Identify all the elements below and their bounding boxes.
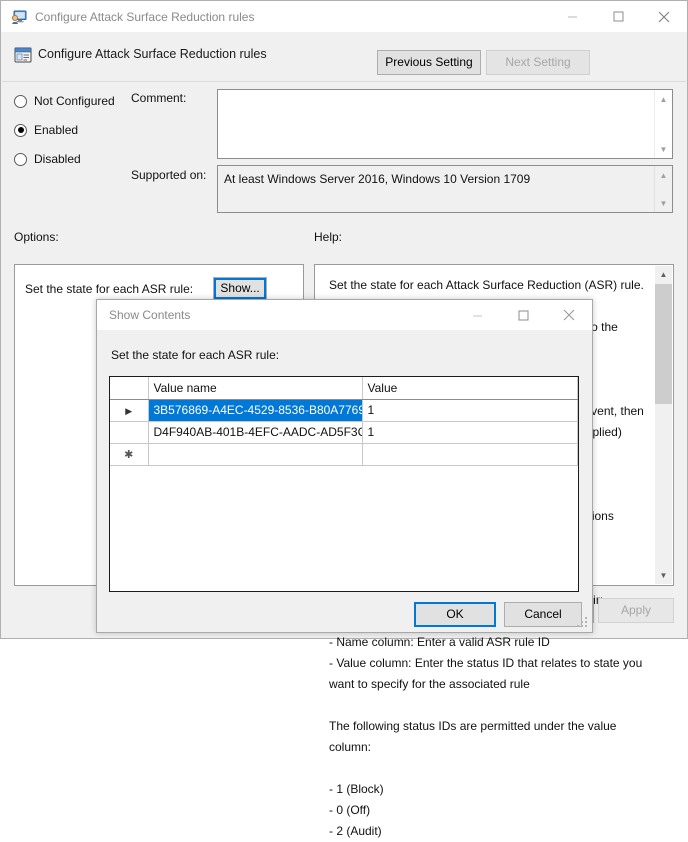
apply-button[interactable]: Apply xyxy=(598,598,674,623)
chevron-up-icon[interactable]: ▲ xyxy=(655,92,672,106)
new-row-value[interactable] xyxy=(362,443,578,466)
comment-scrollbar[interactable]: ▲ ▼ xyxy=(654,90,672,158)
supported-on-scrollbar[interactable]: ▲ ▼ xyxy=(654,166,672,212)
policy-setting-icon xyxy=(14,46,32,64)
grid-col-marker xyxy=(110,377,149,400)
maximize-icon[interactable] xyxy=(595,2,641,32)
value-grid[interactable]: Value name Value ▶ 3B576869-A4EC-4529-85… xyxy=(109,376,579,592)
table-row-new[interactable]: ✱ xyxy=(110,443,578,466)
row-value-name[interactable]: 3B576869-A4EC-4529-8536-B80A7769E... xyxy=(148,399,363,422)
chevron-up-icon[interactable]: ▲ xyxy=(655,168,672,182)
previous-setting-button[interactable]: Previous Setting xyxy=(377,50,481,75)
ok-button[interactable]: OK xyxy=(414,602,496,627)
grid-col-value-name[interactable]: Value name xyxy=(148,377,363,400)
dialog-body: Set the state for each ASR rule: Value n… xyxy=(97,330,592,632)
main-titlebar: Configure Attack Surface Reduction rules xyxy=(1,1,687,32)
radio-disabled[interactable]: Disabled xyxy=(14,152,81,166)
new-row-marker-cell[interactable]: ✱ xyxy=(110,443,149,466)
dialog-minimize-icon[interactable] xyxy=(454,300,500,330)
close-icon[interactable] xyxy=(641,2,687,32)
radio-not-configured-label: Not Configured xyxy=(34,94,115,108)
new-row-asterisk-icon: ✱ xyxy=(124,449,134,461)
dialog-prompt: Set the state for each ASR rule: xyxy=(111,348,280,362)
radio-disabled-indicator xyxy=(14,152,27,166)
supported-on-field: At least Windows Server 2016, Windows 10… xyxy=(217,165,673,213)
asr-state-option-row: Set the state for each ASR rule: Show... xyxy=(25,277,268,300)
chevron-down-icon[interactable]: ▼ xyxy=(655,567,672,584)
cancel-button[interactable]: Cancel xyxy=(504,602,582,627)
dialog-title: Show Contents xyxy=(109,308,191,322)
chevron-down-icon[interactable]: ▼ xyxy=(655,196,672,210)
radio-not-configured-indicator xyxy=(14,94,27,108)
supported-on-value: At least Windows Server 2016, Windows 10… xyxy=(224,172,531,186)
dialog-titlebar: Show Contents xyxy=(97,300,592,330)
comment-input[interactable]: ▲ ▼ xyxy=(217,89,673,159)
policy-computer-icon xyxy=(11,9,27,25)
minimize-icon[interactable] xyxy=(549,2,595,32)
asr-state-label: Set the state for each ASR rule: xyxy=(25,281,194,296)
row-marker-cell[interactable]: ▶ xyxy=(110,399,149,422)
main-window-title: Configure Attack Surface Reduction rules xyxy=(35,9,255,24)
current-row-arrow-icon: ▶ xyxy=(125,406,133,416)
value-grid-table: Value name Value ▶ 3B576869-A4EC-4529-85… xyxy=(110,377,578,466)
row-value[interactable]: 1 xyxy=(362,421,578,444)
row-value[interactable]: 1 xyxy=(362,399,578,422)
table-row[interactable]: D4F940AB-401B-4EFC-AADC-AD5F3C50... 1 xyxy=(110,421,578,444)
scrollbar-thumb[interactable] xyxy=(655,284,672,404)
grid-col-value[interactable]: Value xyxy=(362,377,578,400)
radio-enabled-indicator xyxy=(14,123,27,137)
radio-enabled-label: Enabled xyxy=(34,123,79,137)
chevron-up-icon[interactable]: ▲ xyxy=(655,266,672,283)
table-row[interactable]: ▶ 3B576869-A4EC-4529-8536-B80A7769E... 1 xyxy=(110,399,578,422)
radio-enabled[interactable]: Enabled xyxy=(14,123,78,137)
dialog-maximize-icon[interactable] xyxy=(500,300,546,330)
radio-disabled-label: Disabled xyxy=(34,152,81,166)
help-scrollbar[interactable]: ▲ ▼ xyxy=(655,266,672,584)
show-contents-dialog: Show Contents Set the state for each ASR… xyxy=(96,299,593,633)
next-setting-button[interactable]: Next Setting xyxy=(486,50,590,75)
help-label: Help: xyxy=(314,230,343,244)
setting-title: Configure Attack Surface Reduction rules xyxy=(38,47,267,61)
comment-label: Comment: xyxy=(131,91,187,105)
dialog-close-icon[interactable] xyxy=(546,300,592,330)
supported-on-label: Supported on: xyxy=(131,168,207,182)
chevron-down-icon[interactable]: ▼ xyxy=(655,142,672,156)
show-button[interactable]: Show... xyxy=(213,277,268,300)
row-value-name[interactable]: D4F940AB-401B-4EFC-AADC-AD5F3C50... xyxy=(148,421,363,444)
resize-grip[interactable] xyxy=(577,617,589,629)
new-row-value-name[interactable] xyxy=(148,443,363,466)
grid-header-row: Value name Value xyxy=(110,377,578,400)
radio-not-configured[interactable]: Not Configured xyxy=(14,94,115,108)
options-label: Options: xyxy=(14,230,59,244)
row-marker-cell[interactable] xyxy=(110,421,149,444)
